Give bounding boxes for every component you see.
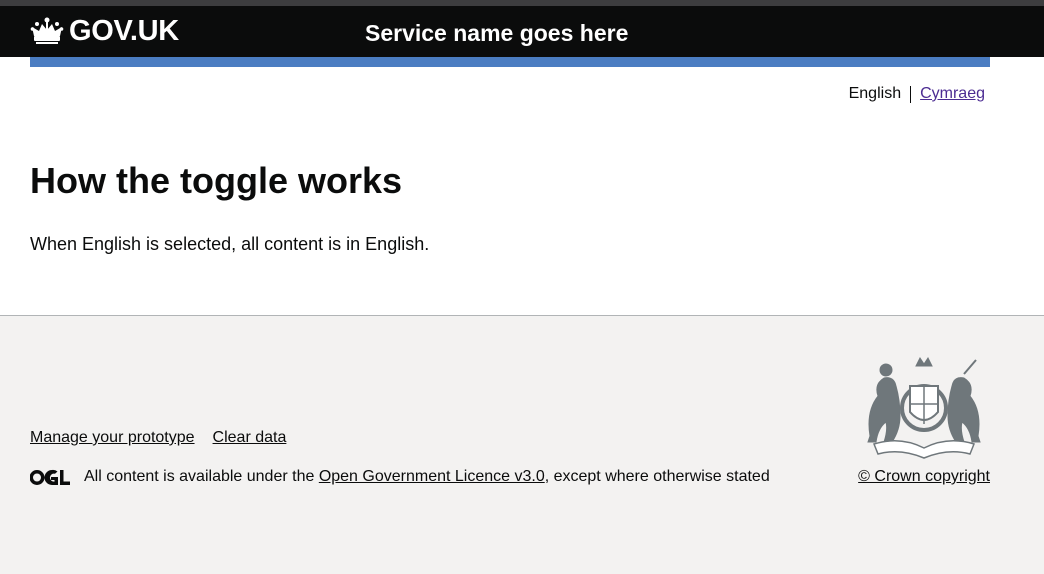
page-title: How the toggle works bbox=[30, 160, 403, 201]
site-header: GOV.UK Service name goes here bbox=[0, 6, 1044, 67]
ogl-logo-icon bbox=[30, 469, 70, 485]
main-content: English Cymraeg How the toggle works Whe… bbox=[0, 57, 1044, 315]
site-footer: Manage your prototype Clear data All con… bbox=[0, 315, 1044, 574]
body-paragraph: When English is selected, all content is… bbox=[30, 234, 430, 254]
govuk-logo-text: GOV.UK bbox=[69, 15, 179, 47]
govuk-logo-link[interactable]: GOV.UK bbox=[30, 16, 179, 46]
language-separator bbox=[910, 85, 912, 103]
licence-text-prefix: All content is available under the bbox=[84, 468, 319, 485]
language-toggle: English Cymraeg bbox=[849, 85, 985, 103]
licence-text-suffix: , except where otherwise stated bbox=[544, 468, 770, 485]
royal-coat-of-arms-icon bbox=[867, 357, 981, 459]
service-name-link[interactable]: Service name goes here bbox=[365, 20, 628, 46]
language-link-cymraeg[interactable]: Cymraeg bbox=[920, 85, 985, 103]
crown-icon bbox=[30, 17, 64, 44]
licence-link[interactable]: Open Government Licence v3.0 bbox=[319, 468, 545, 486]
footer-link-manage-prototype[interactable]: Manage your prototype bbox=[30, 429, 195, 447]
licence-row: All content is available under the Open … bbox=[30, 468, 770, 486]
language-current: English bbox=[848, 85, 902, 102]
crown-copyright-link[interactable]: © Crown copyright bbox=[858, 468, 990, 486]
footer-link-clear-data[interactable]: Clear data bbox=[213, 429, 287, 447]
footer-links: Manage your prototype Clear data bbox=[30, 429, 286, 447]
